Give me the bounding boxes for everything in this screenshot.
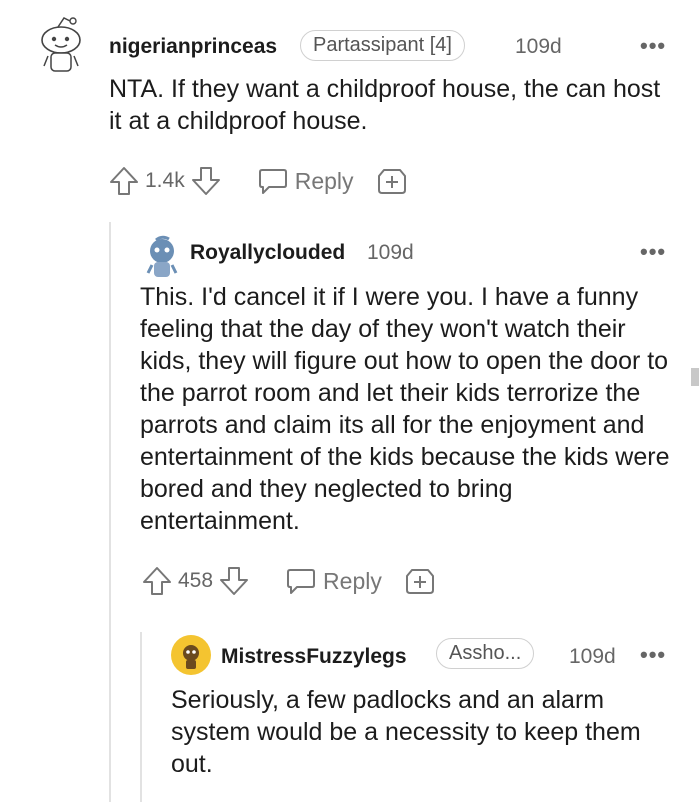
comment-actions: 1.4k Reply: [107, 165, 408, 197]
comment-body: NTA. If they want a childproof house, th…: [109, 75, 661, 135]
comment-body: Seriously, a few padlocks and an alarm s…: [171, 686, 641, 778]
reply-button[interactable]: Reply: [285, 566, 382, 596]
thread-line[interactable]: [109, 222, 111, 802]
vote-count: 1.4k: [145, 169, 185, 192]
downvote-arrow-icon[interactable]: [217, 565, 251, 597]
speech-bubble-icon: [285, 566, 317, 596]
upvote-arrow-icon[interactable]: [140, 565, 174, 597]
snoo-avatar-icon: [41, 17, 81, 72]
username[interactable]: Royallyclouded: [190, 241, 345, 265]
award-icon[interactable]: [376, 165, 408, 197]
upvote-arrow-icon[interactable]: [107, 165, 141, 197]
comment-age: 109d: [569, 645, 616, 668]
snoo-avatar-icon: [146, 235, 178, 277]
avatar[interactable]: [142, 235, 182, 281]
snoo-avatar-icon: [171, 635, 211, 675]
more-options-button[interactable]: •••: [640, 642, 666, 668]
comment-3: MistressFuzzylegs Assho... 109d ••• Seri…: [160, 628, 700, 802]
scrollbar-thumb[interactable]: [691, 368, 699, 386]
username[interactable]: MistressFuzzylegs: [221, 645, 407, 669]
comment-body: This. I'd cancel it if I were you. I hav…: [140, 283, 670, 535]
comment-actions: 458 Reply: [140, 565, 436, 597]
username[interactable]: nigerianprinceas: [109, 35, 277, 59]
more-options-button[interactable]: •••: [640, 239, 666, 265]
avatar[interactable]: [170, 634, 212, 676]
avatar[interactable]: [34, 14, 88, 76]
user-flair: Partassipant [4]: [300, 30, 465, 61]
vote-count: 458: [178, 569, 214, 592]
comment-1: nigerianprinceas Partassipant [4] 109d •…: [0, 0, 700, 220]
speech-bubble-icon: [257, 166, 289, 196]
reply-label: Reply: [294, 167, 354, 194]
thread-line[interactable]: [140, 632, 142, 802]
comment-2: Royallyclouded 109d ••• This. I'd cancel…: [130, 225, 700, 615]
reply-button[interactable]: Reply: [257, 166, 354, 196]
downvote-arrow-icon[interactable]: [189, 165, 223, 197]
award-icon[interactable]: [404, 565, 436, 597]
comment-age: 109d: [367, 241, 414, 264]
user-flair: Assho...: [436, 638, 535, 669]
more-options-button[interactable]: •••: [640, 33, 666, 59]
comment-age: 109d: [515, 35, 562, 58]
reply-label: Reply: [323, 567, 382, 594]
